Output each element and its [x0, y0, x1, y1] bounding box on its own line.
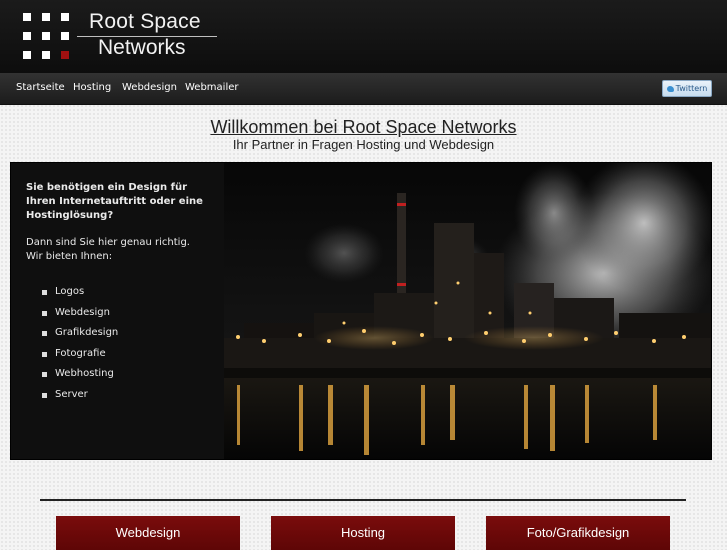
logo-text-line1[interactable]: Root Space [89, 10, 201, 34]
section-divider [40, 499, 686, 501]
service-item-server: Server [42, 385, 118, 406]
page-subtitle: Ihr Partner in Fragen Hosting und Webdes… [232, 137, 495, 152]
page-title: Willkommen bei Root Space Networks [0, 117, 727, 138]
hero-banner: Sie benötigen ein Design für Ihren Inter… [10, 162, 712, 460]
service-item-webhosting: Webhosting [42, 364, 118, 385]
nav-item-startseite[interactable]: Startseite [16, 82, 65, 93]
service-item-logos: Logos [42, 282, 118, 303]
service-item-fotografie: Fotografie [42, 344, 118, 365]
main-nav: Startseite Hosting Webdesign Webmailer T… [0, 73, 727, 105]
hero-text-panel: Sie benötigen ein Design für Ihren Inter… [11, 163, 224, 459]
hero-intro: Sie benötigen ein Design für Ihren Inter… [26, 182, 203, 221]
logo-text-line2[interactable]: Networks [98, 36, 186, 60]
logo-icon[interactable] [23, 13, 71, 61]
twitter-bird-icon [666, 85, 674, 92]
page-title-text: Willkommen bei Root Space Networks [210, 117, 517, 137]
service-item-webdesign: Webdesign [42, 303, 118, 324]
hero-intro2-line2: Wir bieten Ihnen: [26, 251, 113, 262]
hero-intro2-line1: Dann sind Sie hier genau richtig. [26, 237, 190, 248]
service-item-grafikdesign: Grafikdesign [42, 323, 118, 344]
nav-item-webmailer[interactable]: Webmailer [185, 82, 239, 93]
nav-item-webdesign[interactable]: Webdesign [122, 82, 177, 93]
twitter-share-label: Twittern [675, 84, 708, 93]
nav-item-hosting[interactable]: Hosting [73, 82, 111, 93]
hero-intro2: Dann sind Sie hier genau richtig. Wir bi… [26, 236, 216, 264]
industrial-night-photo [224, 163, 711, 459]
twitter-share-button[interactable]: Twittern [662, 80, 712, 97]
site-header: Root Space Networks [0, 0, 727, 73]
services-list: Logos Webdesign Grafikdesign Fotografie … [42, 282, 118, 406]
